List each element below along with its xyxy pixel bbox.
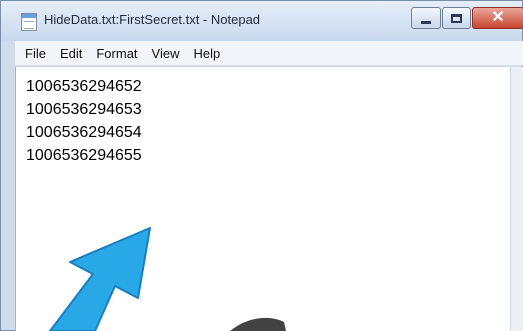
text-line: 1006536294653 [26, 101, 142, 118]
text-editor-area[interactable]: 1006536294652 1006536294653 100653629465… [15, 67, 510, 331]
maximize-icon [451, 13, 462, 23]
text-line: 1006536294654 [26, 124, 142, 141]
title-bar[interactable]: HideData.txt:FirstSecret.txt - Notepad ✕ [1, 1, 523, 41]
menu-help[interactable]: Help [193, 46, 220, 61]
text-line: 1006536294652 [26, 78, 142, 95]
menu-format[interactable]: Format [96, 46, 137, 61]
vertical-scrollbar[interactable] [510, 67, 523, 331]
text-line: 1006536294655 [26, 147, 142, 164]
notepad-icon[interactable] [21, 13, 37, 31]
maximize-button[interactable] [442, 7, 471, 29]
menu-file[interactable]: File [25, 46, 46, 61]
menu-view[interactable]: View [152, 46, 180, 61]
close-icon: ✕ [491, 9, 505, 26]
menu-edit[interactable]: Edit [60, 46, 82, 61]
notepad-window: HideData.txt:FirstSecret.txt - Notepad ✕… [0, 0, 523, 331]
minimize-button[interactable] [411, 7, 441, 29]
minimize-icon [421, 20, 431, 24]
close-button[interactable]: ✕ [472, 7, 523, 29]
window-title: HideData.txt:FirstSecret.txt - Notepad [44, 12, 261, 27]
menu-bar: File Edit Format View Help [15, 41, 523, 66]
